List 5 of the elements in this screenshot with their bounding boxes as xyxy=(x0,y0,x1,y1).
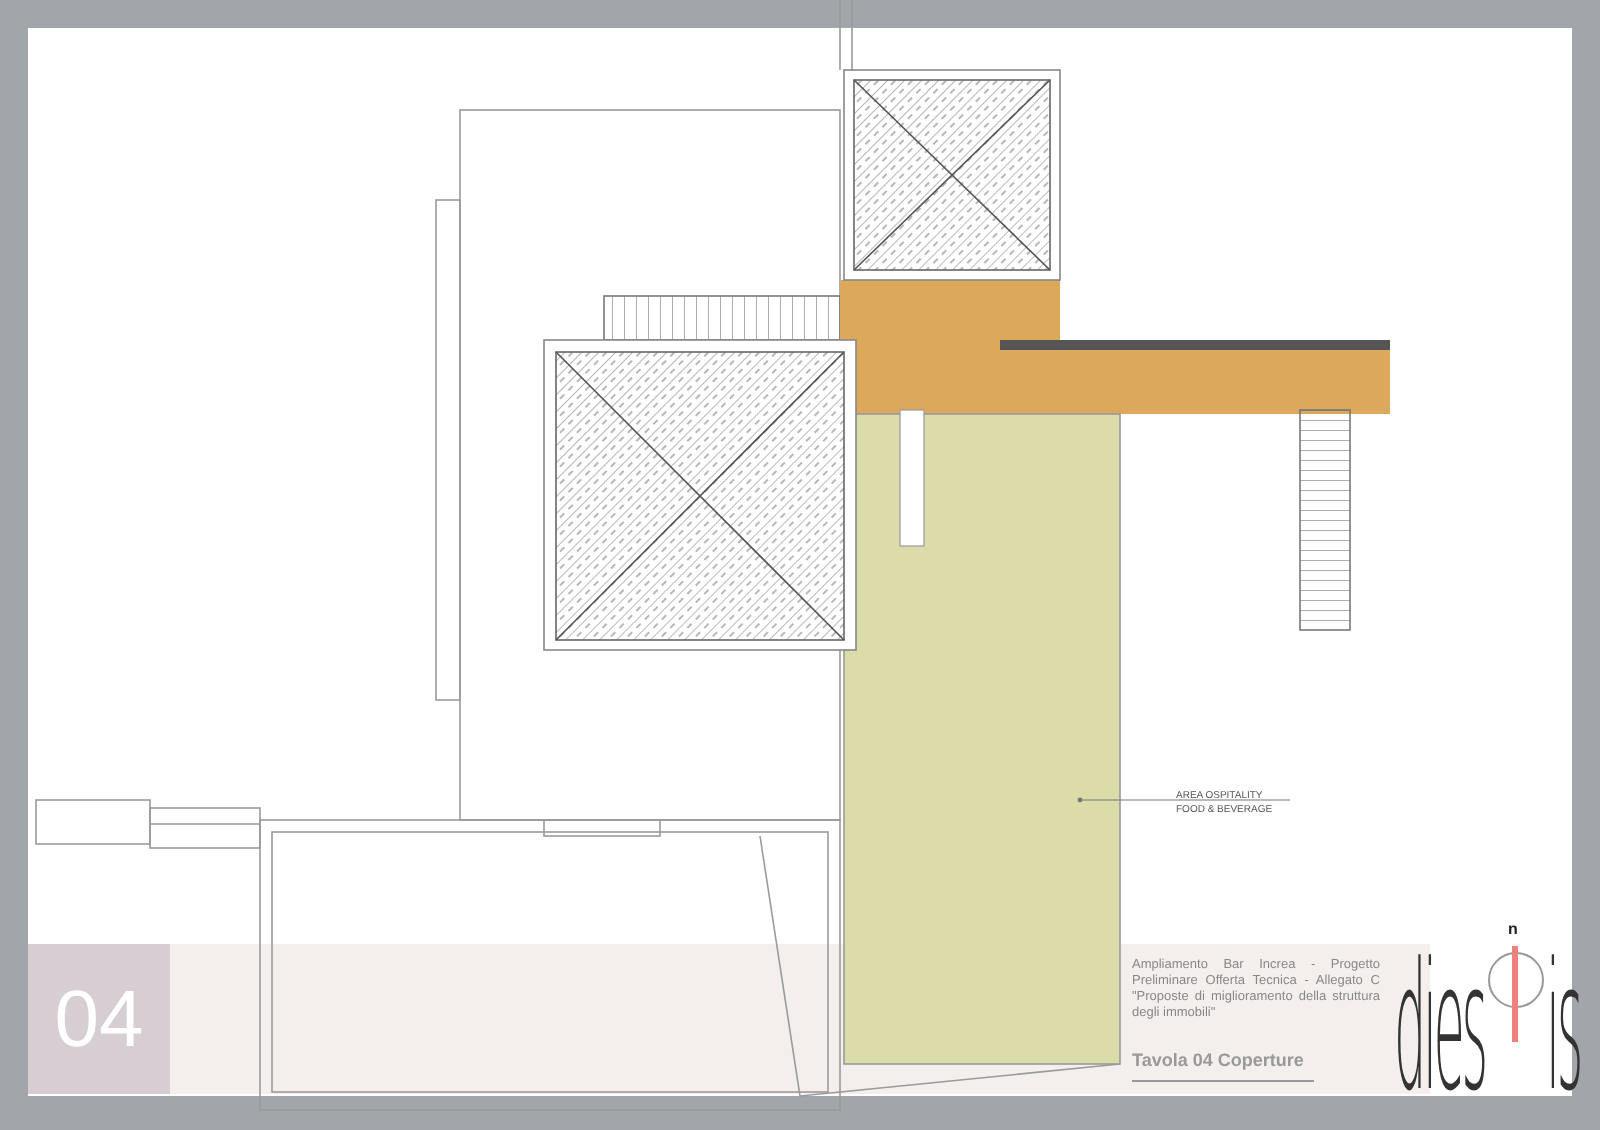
logo-accent-line xyxy=(1512,946,1518,1042)
logo-text: dies xyxy=(1394,940,1485,1116)
logo-mark-letter: n xyxy=(1508,922,1518,938)
logo-text: is xyxy=(1546,940,1580,1116)
sheet-title: Tavola 04 Coperture xyxy=(1132,1048,1314,1081)
